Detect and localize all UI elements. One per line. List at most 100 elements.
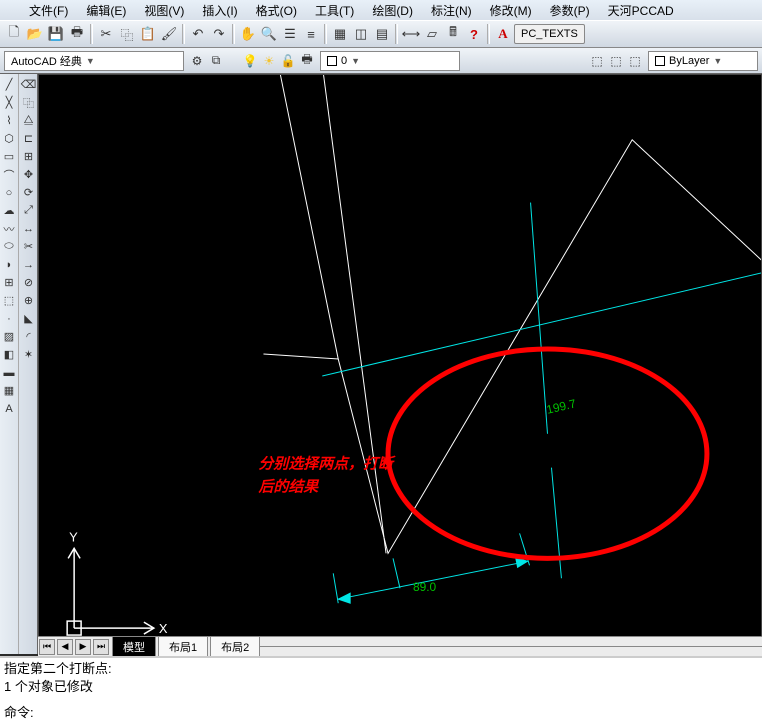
annotation-line1: 分别选择两点，打断 bbox=[258, 456, 395, 473]
workspace-dropdown[interactable]: AutoCAD 经典 ▼ bbox=[4, 51, 184, 71]
layerstate3-icon[interactable]: ⬚ bbox=[626, 52, 644, 70]
menu-dimension[interactable]: 标注(N) bbox=[422, 0, 481, 21]
layerstate1-icon[interactable]: ⬚ bbox=[588, 52, 606, 70]
area-icon[interactable]: ▱ bbox=[422, 24, 442, 44]
plot-icon[interactable]: 🖶 bbox=[298, 52, 316, 70]
chamfer-icon[interactable]: ◣ bbox=[20, 310, 37, 327]
layer-value: 0 bbox=[341, 55, 347, 67]
tab-prev-icon[interactable]: ◀ bbox=[57, 639, 73, 655]
explode-icon[interactable]: ✶ bbox=[20, 346, 37, 363]
ellipse-icon[interactable]: ⬭ bbox=[1, 238, 18, 255]
tab-next-icon[interactable]: ▶ bbox=[75, 639, 91, 655]
new-icon[interactable]: 🗋 bbox=[4, 24, 24, 44]
settings-icon[interactable]: ⚙ bbox=[188, 52, 206, 70]
menu-modify[interactable]: 修改(M) bbox=[481, 0, 541, 21]
calc-icon[interactable]: 🖩 bbox=[443, 24, 463, 44]
block-icon[interactable]: ◫ bbox=[351, 24, 371, 44]
copy-icon[interactable]: ⿻ bbox=[117, 24, 137, 44]
zoom-icon[interactable]: 🔍 bbox=[259, 24, 279, 44]
paste-icon[interactable]: 📋 bbox=[138, 24, 158, 44]
menu-view[interactable]: 视图(V) bbox=[135, 0, 193, 21]
props-icon[interactable]: ≡ bbox=[301, 24, 321, 44]
mirror-icon[interactable]: ⧋ bbox=[20, 112, 37, 129]
earc-icon[interactable]: ◗ bbox=[1, 256, 18, 273]
hatch-icon[interactable]: ▨ bbox=[1, 328, 18, 345]
menu-edit[interactable]: 编辑(E) bbox=[77, 0, 135, 21]
undo-icon[interactable]: ↶ bbox=[188, 24, 208, 44]
menu-draw[interactable]: 绘图(D) bbox=[363, 0, 422, 21]
help-icon[interactable]: ? bbox=[464, 24, 484, 44]
text-icon[interactable]: A bbox=[1, 400, 18, 417]
sun-icon[interactable]: ☀ bbox=[260, 52, 278, 70]
print-icon[interactable]: 🖶 bbox=[67, 24, 87, 44]
bylayer-swatch bbox=[655, 56, 665, 66]
menu-tools[interactable]: 工具(T) bbox=[306, 0, 363, 21]
gradient-icon[interactable]: ◧ bbox=[1, 346, 18, 363]
tab-model[interactable]: 模型 bbox=[112, 636, 156, 657]
move-icon[interactable]: ✥ bbox=[20, 166, 37, 183]
lock-icon[interactable]: 🔓 bbox=[279, 52, 297, 70]
match-icon[interactable]: 🖌 bbox=[159, 24, 179, 44]
light-off-icon[interactable]: 💡 bbox=[241, 52, 259, 70]
revcloud-icon[interactable]: ☁ bbox=[1, 202, 18, 219]
fillet-icon[interactable]: ◜ bbox=[20, 328, 37, 345]
tab-first-icon[interactable]: ⏮ bbox=[39, 639, 55, 655]
layer-icon[interactable]: ☰ bbox=[280, 24, 300, 44]
table-icon[interactable]: ▤ bbox=[372, 24, 392, 44]
open-icon[interactable]: 📂 bbox=[25, 24, 45, 44]
save-icon[interactable]: 💾 bbox=[46, 24, 66, 44]
a-icon[interactable]: A bbox=[493, 24, 513, 44]
block-icon[interactable]: ⬚ bbox=[1, 292, 18, 309]
chevron-down-icon: ▼ bbox=[351, 56, 360, 66]
chevron-down-icon: ▼ bbox=[713, 56, 722, 66]
cut-icon[interactable]: ✂ bbox=[96, 24, 116, 44]
rectangle-icon[interactable]: ▭ bbox=[1, 148, 18, 165]
copy-icon[interactable]: ⿻ bbox=[20, 94, 37, 111]
tab-layout2[interactable]: 布局2 bbox=[210, 636, 260, 657]
menu-file[interactable]: 文件(F) bbox=[20, 0, 77, 21]
arc-icon[interactable]: ⌒ bbox=[1, 166, 18, 183]
stretch-icon[interactable]: ↔ bbox=[20, 220, 37, 237]
line-icon[interactable]: ╱ bbox=[1, 76, 18, 93]
tab-last-icon[interactable]: ⏭ bbox=[93, 639, 109, 655]
redo-icon[interactable]: ↷ bbox=[209, 24, 229, 44]
erase-icon[interactable]: ⌫ bbox=[20, 76, 37, 93]
extend-icon[interactable]: → bbox=[20, 256, 37, 273]
circle-icon[interactable]: ○ bbox=[1, 184, 18, 201]
tab-layout1[interactable]: 布局1 bbox=[158, 636, 208, 657]
menu-format[interactable]: 格式(O) bbox=[247, 0, 306, 21]
insert-icon[interactable]: ⊞ bbox=[1, 274, 18, 291]
menu-insert[interactable]: 插入(I) bbox=[193, 0, 246, 21]
polyline-icon[interactable]: ⌇ bbox=[1, 112, 18, 129]
table-icon[interactable]: ▦ bbox=[1, 382, 18, 399]
layer-dropdown[interactable]: 0 ▼ bbox=[320, 51, 460, 71]
layerstate2-icon[interactable]: ⬚ bbox=[607, 52, 625, 70]
region-icon[interactable]: ▬ bbox=[1, 364, 18, 381]
array-icon[interactable]: ⊞ bbox=[20, 148, 37, 165]
drawing-canvas[interactable]: 199.7 89.0 分别选择两点，打断 后的结果 X Y bbox=[38, 74, 762, 654]
polygon-icon[interactable]: ⬡ bbox=[1, 130, 18, 147]
point-icon[interactable]: · bbox=[1, 310, 18, 327]
hatch-icon[interactable]: ▦ bbox=[330, 24, 350, 44]
trim-icon[interactable]: ✂ bbox=[20, 238, 37, 255]
xline-icon[interactable]: ╳ bbox=[1, 94, 18, 111]
menu-param[interactable]: 参数(P) bbox=[541, 0, 599, 21]
spline-icon[interactable]: 〰 bbox=[1, 220, 18, 237]
dist-icon[interactable]: ⟷ bbox=[401, 24, 421, 44]
command-input[interactable] bbox=[38, 704, 758, 722]
command-history-line: 指定第二个打断点: bbox=[4, 660, 758, 678]
rotate-icon[interactable]: ⟳ bbox=[20, 184, 37, 201]
join-icon[interactable]: ⊕ bbox=[20, 292, 37, 309]
pc-texts-button[interactable]: PC_TEXTS bbox=[514, 24, 585, 44]
menu-pccad[interactable]: 天河PCCAD bbox=[599, 0, 683, 21]
main-toolbar: 🗋 📂 💾 🖶 ✂ ⿻ 📋 🖌 ↶ ↷ ✋ 🔍 ☰ ≡ ▦ ◫ ▤ ⟷ ▱ 🖩 … bbox=[0, 20, 762, 48]
command-prompt: 命令: bbox=[4, 704, 34, 722]
break-icon[interactable]: ⊘ bbox=[20, 274, 37, 291]
command-history-line: 1 个对象已修改 bbox=[4, 678, 758, 696]
scale-icon[interactable]: ⤢ bbox=[20, 202, 37, 219]
highlight-ellipse bbox=[388, 349, 707, 558]
offset-icon[interactable]: ⊏ bbox=[20, 130, 37, 147]
pan-icon[interactable]: ✋ bbox=[238, 24, 258, 44]
layers-icon[interactable]: ⧉ bbox=[207, 52, 225, 70]
color-dropdown[interactable]: ByLayer ▼ bbox=[648, 51, 758, 71]
